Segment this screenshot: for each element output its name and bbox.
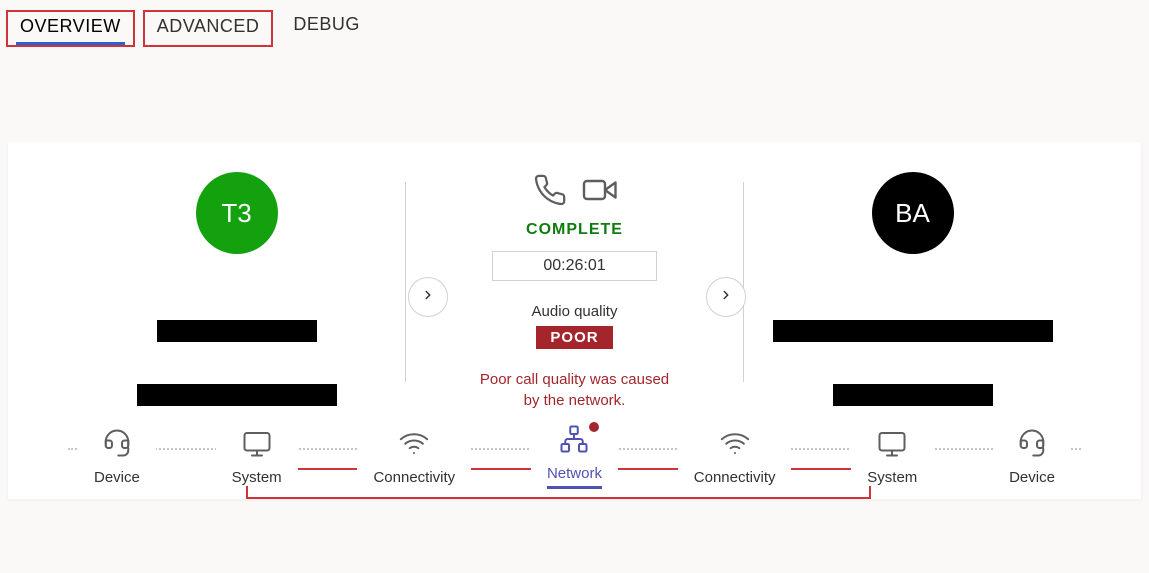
diag-label: Network — [547, 465, 602, 489]
call-overview-card: T3 COMPLETE 00:26:01 Audio quality POOR … — [8, 142, 1141, 499]
callee-avatar: BA — [872, 172, 954, 254]
caller-info-redacted — [137, 384, 337, 406]
quality-message-line2: by the network. — [524, 392, 626, 409]
center-column: COMPLETE 00:26:01 Audio quality POOR Poo… — [406, 172, 743, 412]
diag-label: Connectivity — [373, 469, 455, 486]
headset-icon — [1017, 428, 1047, 463]
callee-name-redacted — [773, 320, 1053, 342]
headset-icon — [102, 428, 132, 463]
audio-quality-label: Audio quality — [532, 303, 618, 320]
caller-column: T3 — [68, 172, 405, 412]
tab-overview[interactable]: OVERVIEW — [6, 10, 135, 47]
network-icon — [559, 424, 589, 459]
quality-message-line1: Poor call quality was caused — [480, 371, 669, 388]
alert-dot-icon — [589, 422, 599, 432]
diag-label: Device — [1009, 469, 1055, 486]
quality-message: Poor call quality was caused by the netw… — [480, 369, 669, 411]
monitor-icon — [242, 428, 272, 463]
phone-icon — [533, 173, 567, 212]
diag-item-network[interactable]: Network — [531, 424, 618, 489]
wifi-icon — [720, 428, 750, 463]
diag-label: System — [232, 469, 282, 486]
chevron-right-icon — [421, 288, 435, 307]
tab-debug[interactable]: DEBUG — [281, 10, 372, 47]
call-duration: 00:26:01 — [492, 251, 656, 281]
tab-advanced[interactable]: ADVANCED — [143, 10, 274, 47]
diag-item-system-right[interactable]: System — [851, 428, 933, 486]
diag-item-system-left[interactable]: System — [216, 428, 298, 486]
caller-avatar: T3 — [196, 172, 278, 254]
nav-arrow-left[interactable] — [408, 277, 448, 317]
diag-item-device-left[interactable]: Device — [78, 428, 156, 486]
diag-label: Connectivity — [694, 469, 776, 486]
diag-item-connectivity-right[interactable]: Connectivity — [678, 428, 792, 486]
chevron-right-icon — [719, 288, 733, 307]
diag-item-connectivity-left[interactable]: Connectivity — [357, 428, 471, 486]
callee-column: BA — [744, 172, 1081, 412]
call-type-icons — [533, 172, 617, 213]
tabs-row: OVERVIEW ADVANCED DEBUG — [0, 0, 1149, 47]
wifi-icon — [399, 428, 429, 463]
call-status: COMPLETE — [526, 221, 623, 239]
nav-arrow-right[interactable] — [706, 277, 746, 317]
caller-name-redacted — [157, 320, 317, 342]
diag-item-device-right[interactable]: Device — [993, 428, 1071, 486]
diag-label: System — [867, 469, 917, 486]
callee-info-redacted — [833, 384, 993, 406]
video-icon — [581, 172, 617, 213]
quality-badge: POOR — [536, 326, 612, 349]
diagnostic-row: Device System Connectivity Network — [68, 424, 1081, 489]
monitor-icon — [877, 428, 907, 463]
diag-label: Device — [94, 469, 140, 486]
